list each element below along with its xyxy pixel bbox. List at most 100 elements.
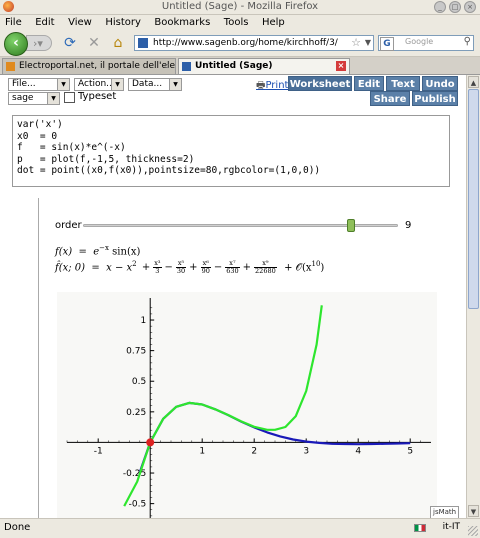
y-tick-label: 0.5 xyxy=(132,377,146,387)
menu-tools[interactable]: Tools xyxy=(219,16,254,29)
print-link[interactable]: 🖶Print xyxy=(256,78,288,95)
locale-indicator[interactable]: it-IT xyxy=(443,522,460,532)
code-line: f = sin(x)*e^(-x) xyxy=(17,142,126,153)
menu-bar: File Edit View History Bookmarks Tools H… xyxy=(0,15,480,31)
tab-label: Electroportal.net, il portale dell'elett… xyxy=(19,61,176,71)
taylor-fraction: x⁷ 630 xyxy=(225,260,240,275)
reload-icon[interactable]: ⟳ xyxy=(62,35,78,51)
menu-file[interactable]: File xyxy=(0,16,27,29)
file-select[interactable]: File... ▼ xyxy=(8,78,70,91)
edit-button[interactable]: Edit xyxy=(354,76,384,91)
file-select-value: File... xyxy=(12,79,36,89)
scrollbar-thumb[interactable] xyxy=(468,89,479,309)
typeset-label: Typeset xyxy=(78,91,117,102)
taylor-sign: + xyxy=(242,262,252,274)
scroll-down-icon[interactable]: ▼ xyxy=(468,505,479,517)
undo-button[interactable]: Undo xyxy=(422,76,458,91)
function-curve xyxy=(138,401,411,473)
worksheet-button[interactable]: Worksheet xyxy=(288,76,352,91)
menu-history[interactable]: History xyxy=(100,16,146,29)
fraction-denominator: 22680 xyxy=(255,267,276,276)
taylor-sign: + xyxy=(189,262,198,274)
print-label: Print xyxy=(265,80,289,91)
site-favicon xyxy=(138,38,148,48)
taylor-curve xyxy=(123,305,323,507)
expansion-point xyxy=(146,438,155,447)
taylor-lead: x − x xyxy=(106,262,133,274)
menu-bookmarks[interactable]: Bookmarks xyxy=(149,16,215,29)
fraction-denominator: 90 xyxy=(201,267,210,276)
action-select[interactable]: Action... ▼ xyxy=(74,78,124,91)
taylor-sign: − xyxy=(213,262,223,274)
taylor-fraction: x⁹ 22680 xyxy=(254,260,277,275)
taylor-fraction: x³ 3 xyxy=(153,260,162,276)
y-tick-label: -0.25 xyxy=(123,469,146,479)
taylor-fraction: x⁵ 30 xyxy=(175,260,187,275)
search-box[interactable]: G Google ⚲ xyxy=(378,35,474,51)
back-button[interactable]: ‹ xyxy=(4,32,28,56)
stop-icon[interactable]: ✕ xyxy=(86,35,102,51)
plot-area: -1 1 2 3 4 5 -0.5 -0.25 0.25 0.5 0.75 1 xyxy=(57,292,437,518)
code-line: var('x') xyxy=(17,119,63,130)
typeset-checkbox[interactable] xyxy=(64,92,75,103)
chevron-down-icon: ▼ xyxy=(57,79,69,90)
tab-bar: Electroportal.net, il portale dell'elett… xyxy=(0,57,480,75)
taylor-fraction: x⁶ 90 xyxy=(200,260,211,276)
minimize-icon[interactable]: _ xyxy=(434,1,446,13)
bookmark-star-icon[interactable]: ☆ xyxy=(351,36,361,50)
search-placeholder: Google xyxy=(405,37,434,46)
share-button[interactable]: Share xyxy=(370,91,410,106)
chevron-down-icon: ▼ xyxy=(47,93,59,104)
text-button[interactable]: Text xyxy=(386,76,420,91)
publish-button[interactable]: Publish xyxy=(412,91,458,106)
system-select[interactable]: sage ▼ xyxy=(8,92,60,105)
forward-arrow-icon: › xyxy=(33,37,38,50)
y-tick-label: 0.25 xyxy=(126,408,146,418)
menu-help[interactable]: Help xyxy=(257,16,290,29)
x-tick-label: 5 xyxy=(407,446,413,456)
code-line: p = plot(f,-1,5, thickness=2) xyxy=(17,153,195,165)
x-tick-label: 3 xyxy=(303,446,309,456)
resize-grip-icon[interactable] xyxy=(468,526,478,536)
taylor-formula: f̂(x; 0) = x − x2 + x³ 3− x⁵ 30 + x⁶ 90− x⁷ 630 + x… xyxy=(55,259,325,276)
taylor-plot: -1 1 2 3 4 5 -0.5 -0.25 0.25 0.5 0.75 1 xyxy=(66,298,431,518)
home-icon[interactable]: ⌂ xyxy=(110,35,126,51)
italy-flag-icon xyxy=(414,524,426,532)
menu-edit[interactable]: Edit xyxy=(30,16,59,29)
close-icon[interactable]: × xyxy=(464,1,476,13)
taylor-tail-close: ) xyxy=(320,262,325,274)
taylor-tail: 𝒪(x xyxy=(295,262,312,274)
code-cell[interactable]: var('x') x0 = 0 f = sin(x)*e^(-x) p = pl… xyxy=(12,115,450,187)
maximize-icon[interactable]: □ xyxy=(449,1,461,13)
formula-lhs: f(x) xyxy=(55,246,73,258)
tab-sage[interactable]: Untitled (Sage) × xyxy=(178,58,350,74)
status-text: Done xyxy=(4,522,31,533)
fraction-denominator: 3 xyxy=(155,267,160,276)
vertical-scrollbar[interactable]: ▲ ▼ xyxy=(466,75,480,518)
y-tick-label: 1 xyxy=(140,316,146,326)
page-content: File... ▼ Action... ▼ Data... ▼ sage ▼ Types… xyxy=(0,75,466,518)
url-dropdown-icon[interactable]: ▼ xyxy=(365,36,371,50)
menu-view[interactable]: View xyxy=(63,16,97,29)
title-bar: Untitled (Sage) - Mozilla Firefox _ □ × xyxy=(0,0,480,15)
tab-electroportal[interactable]: Electroportal.net, il portale dell'elett… xyxy=(2,58,176,74)
taylor-lead-exp: 2 xyxy=(132,260,137,268)
code-line: dot = point((x0,f(x0)),pointsize=80,rgbc… xyxy=(17,165,321,176)
tab-close-icon[interactable]: ▫ xyxy=(162,61,172,71)
search-engine-icon[interactable]: G xyxy=(380,37,394,51)
data-select[interactable]: Data... ▼ xyxy=(128,78,182,91)
url-bar[interactable]: http://www.sagenb.org/home/kirchhoff/3/ … xyxy=(134,35,374,51)
forward-button[interactable]: ›▾ xyxy=(26,35,52,51)
taylor-sign: + xyxy=(141,262,151,274)
slider-label: order xyxy=(55,220,82,231)
search-icon[interactable]: ⚲ xyxy=(464,36,471,47)
action-select-value: Action... xyxy=(78,79,115,89)
slider-handle[interactable] xyxy=(346,219,355,232)
x-tick-label: -1 xyxy=(94,446,103,456)
slider-value: 9 xyxy=(405,220,412,231)
tab-close-icon[interactable]: × xyxy=(336,61,346,71)
interact-output: order 9 f(x) = e−x sin(x) f̂(x; 0) = x −… xyxy=(38,198,457,518)
scroll-up-icon[interactable]: ▲ xyxy=(468,76,479,88)
chevron-down-icon: ▼ xyxy=(111,79,123,90)
formula-exponent: −x xyxy=(99,244,109,252)
